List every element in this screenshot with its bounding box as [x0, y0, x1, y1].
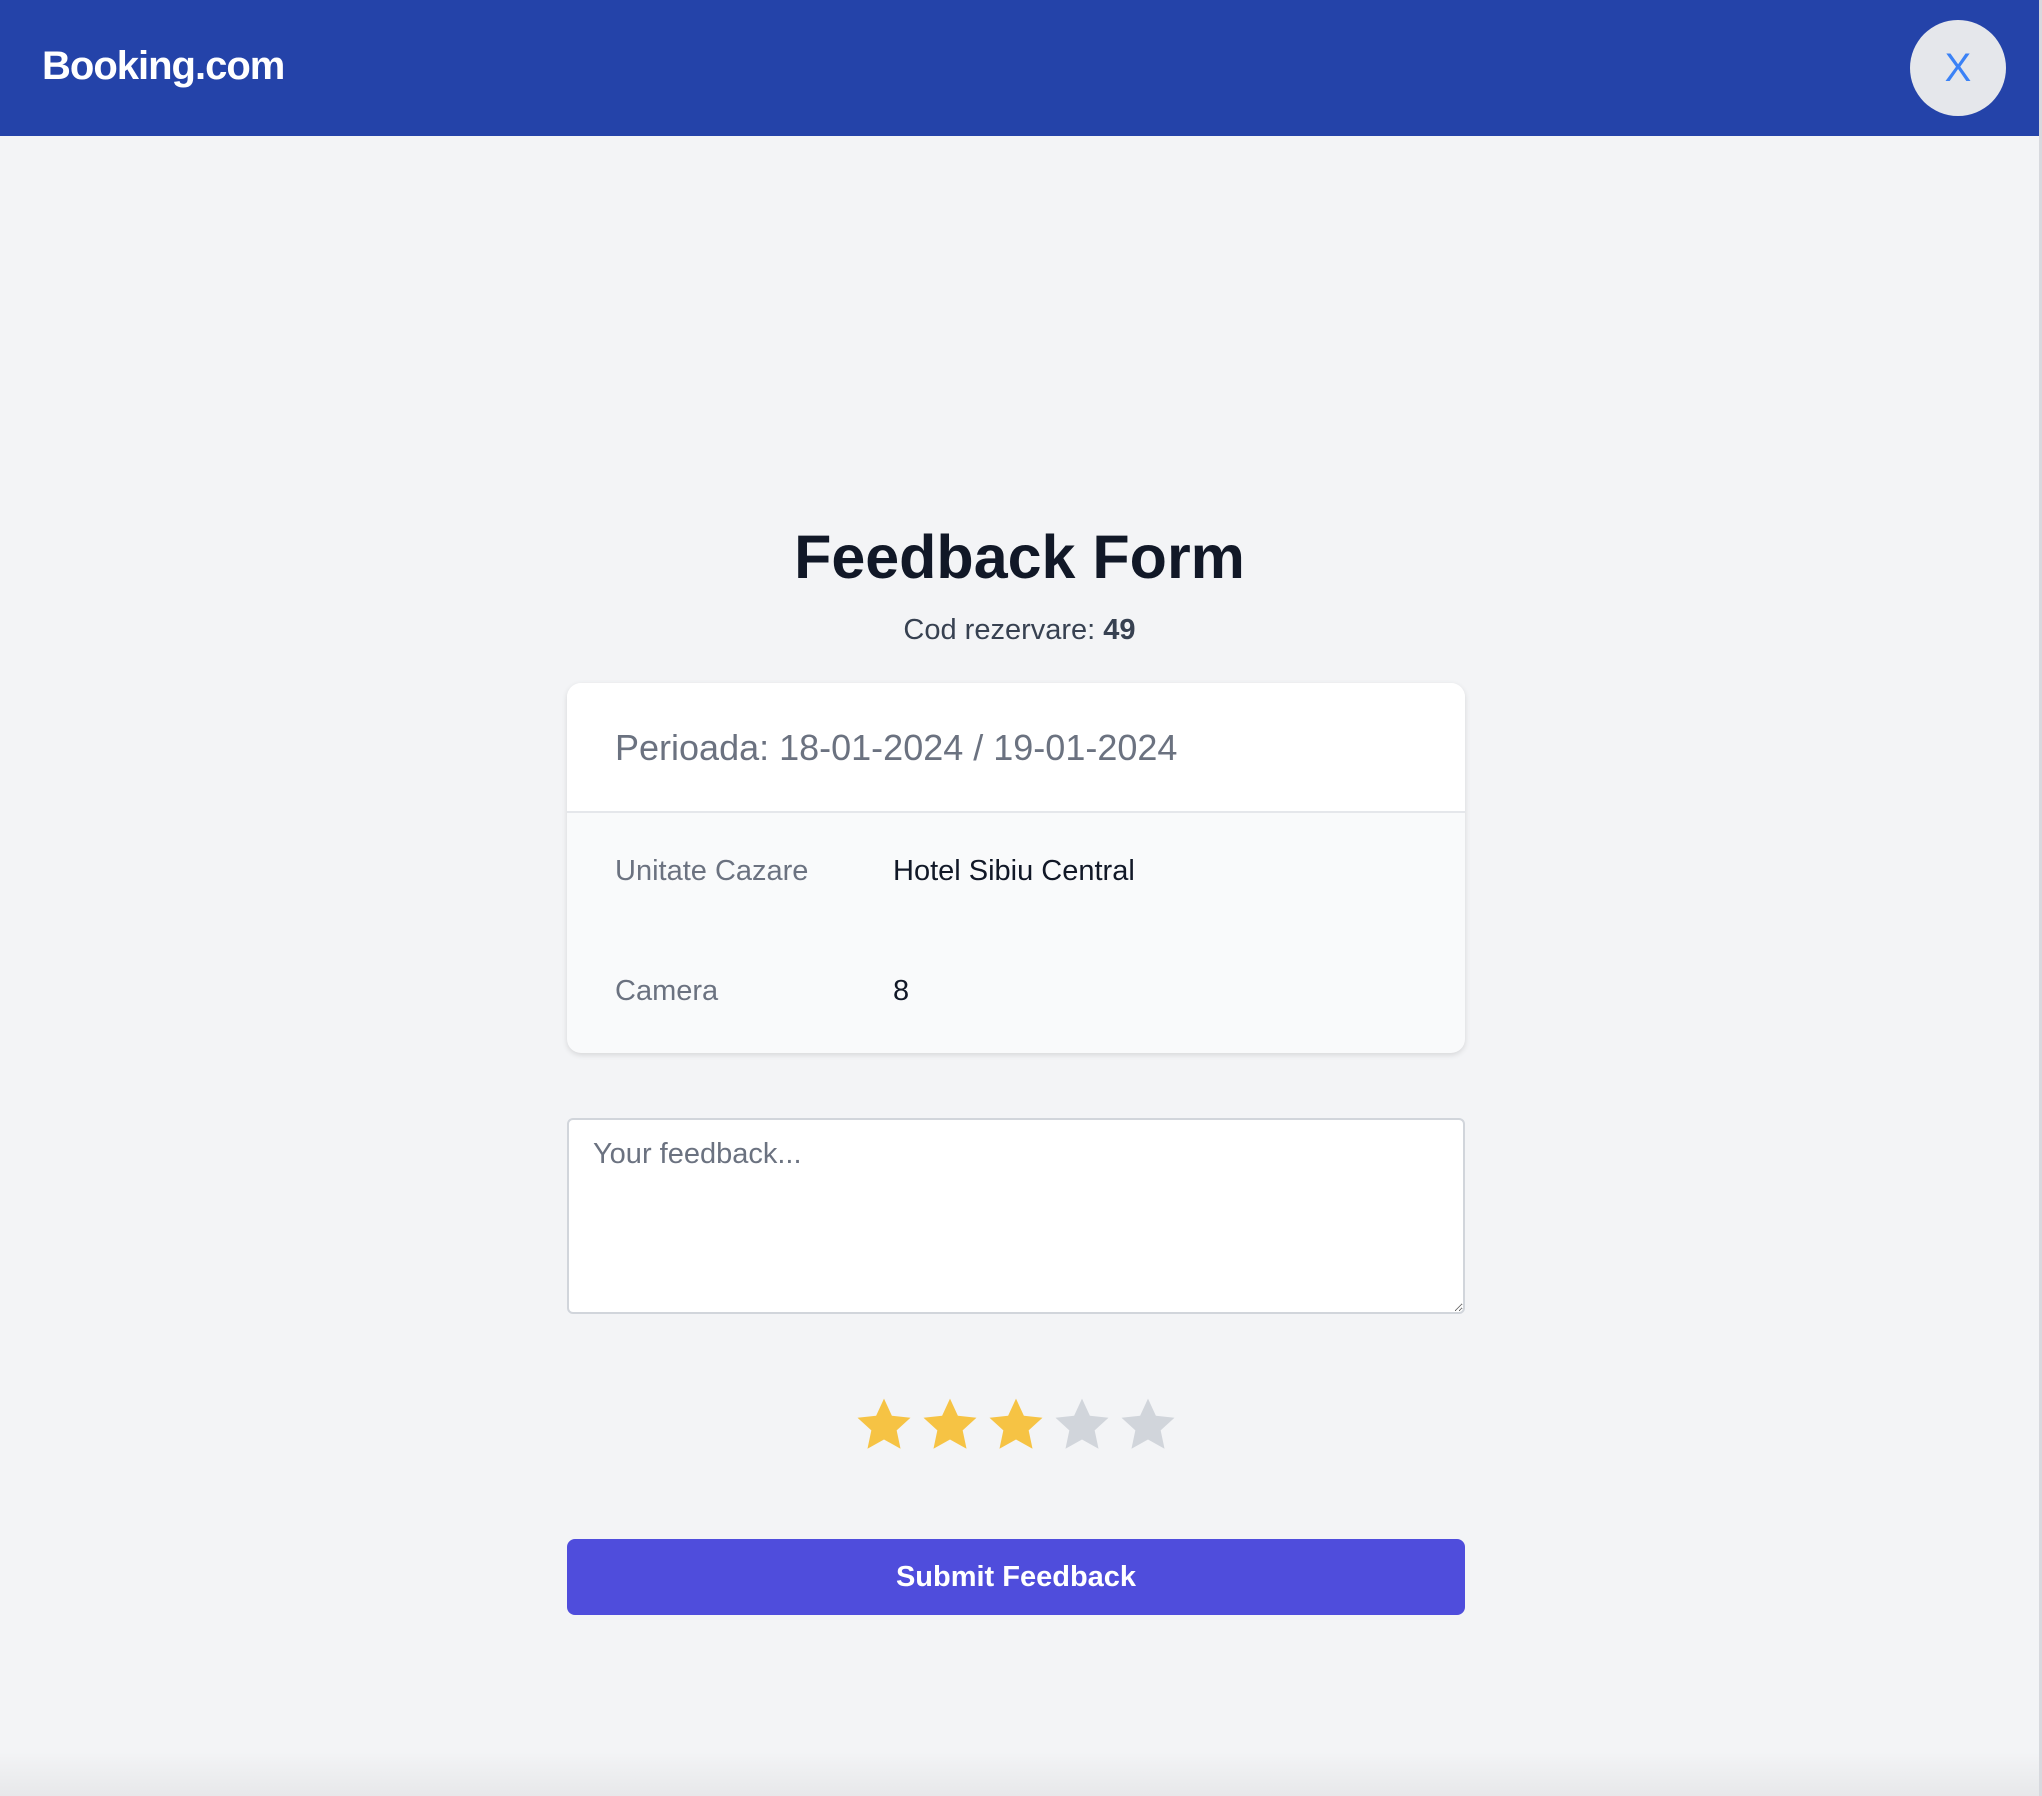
page: Booking.com X Feedback Form Cod rezervar… [0, 0, 2042, 1796]
booking-code-label: Cod rezervare: [903, 614, 1096, 646]
submit-feedback-button[interactable]: Submit Feedback [567, 1539, 1465, 1615]
booking-code-value: 49 [1103, 614, 1136, 646]
close-button[interactable]: X [1910, 20, 2006, 116]
booking-code: Cod rezervare: 49 [0, 614, 2039, 647]
star-icon[interactable] [1051, 1394, 1117, 1458]
feedback-textarea[interactable] [567, 1118, 1465, 1314]
room-value: 8 [893, 975, 910, 1007]
room-label: Camera [615, 975, 719, 1007]
star-icon[interactable] [1117, 1394, 1183, 1458]
brand-logo[interactable]: Booking.com [42, 44, 285, 89]
top-nav-bar: Booking.com X [0, 0, 2039, 136]
star-icon[interactable] [985, 1394, 1051, 1458]
booking-details-card: Perioada: 18-01-2024 / 19-01-2024 Unitat… [567, 683, 1465, 1053]
accommodation-value: Hotel Sibiu Central [893, 855, 1135, 887]
star-icon[interactable] [853, 1394, 919, 1458]
card-header: Perioada: 18-01-2024 / 19-01-2024 [567, 683, 1465, 813]
star-rating[interactable] [853, 1394, 1183, 1458]
stay-period: Perioada: 18-01-2024 / 19-01-2024 [615, 727, 1178, 768]
page-title: Feedback Form [794, 523, 1245, 591]
accommodation-label: Unitate Cazare [615, 855, 809, 887]
bottom-edge-shadow [0, 1752, 2039, 1796]
star-icon[interactable] [919, 1394, 985, 1458]
